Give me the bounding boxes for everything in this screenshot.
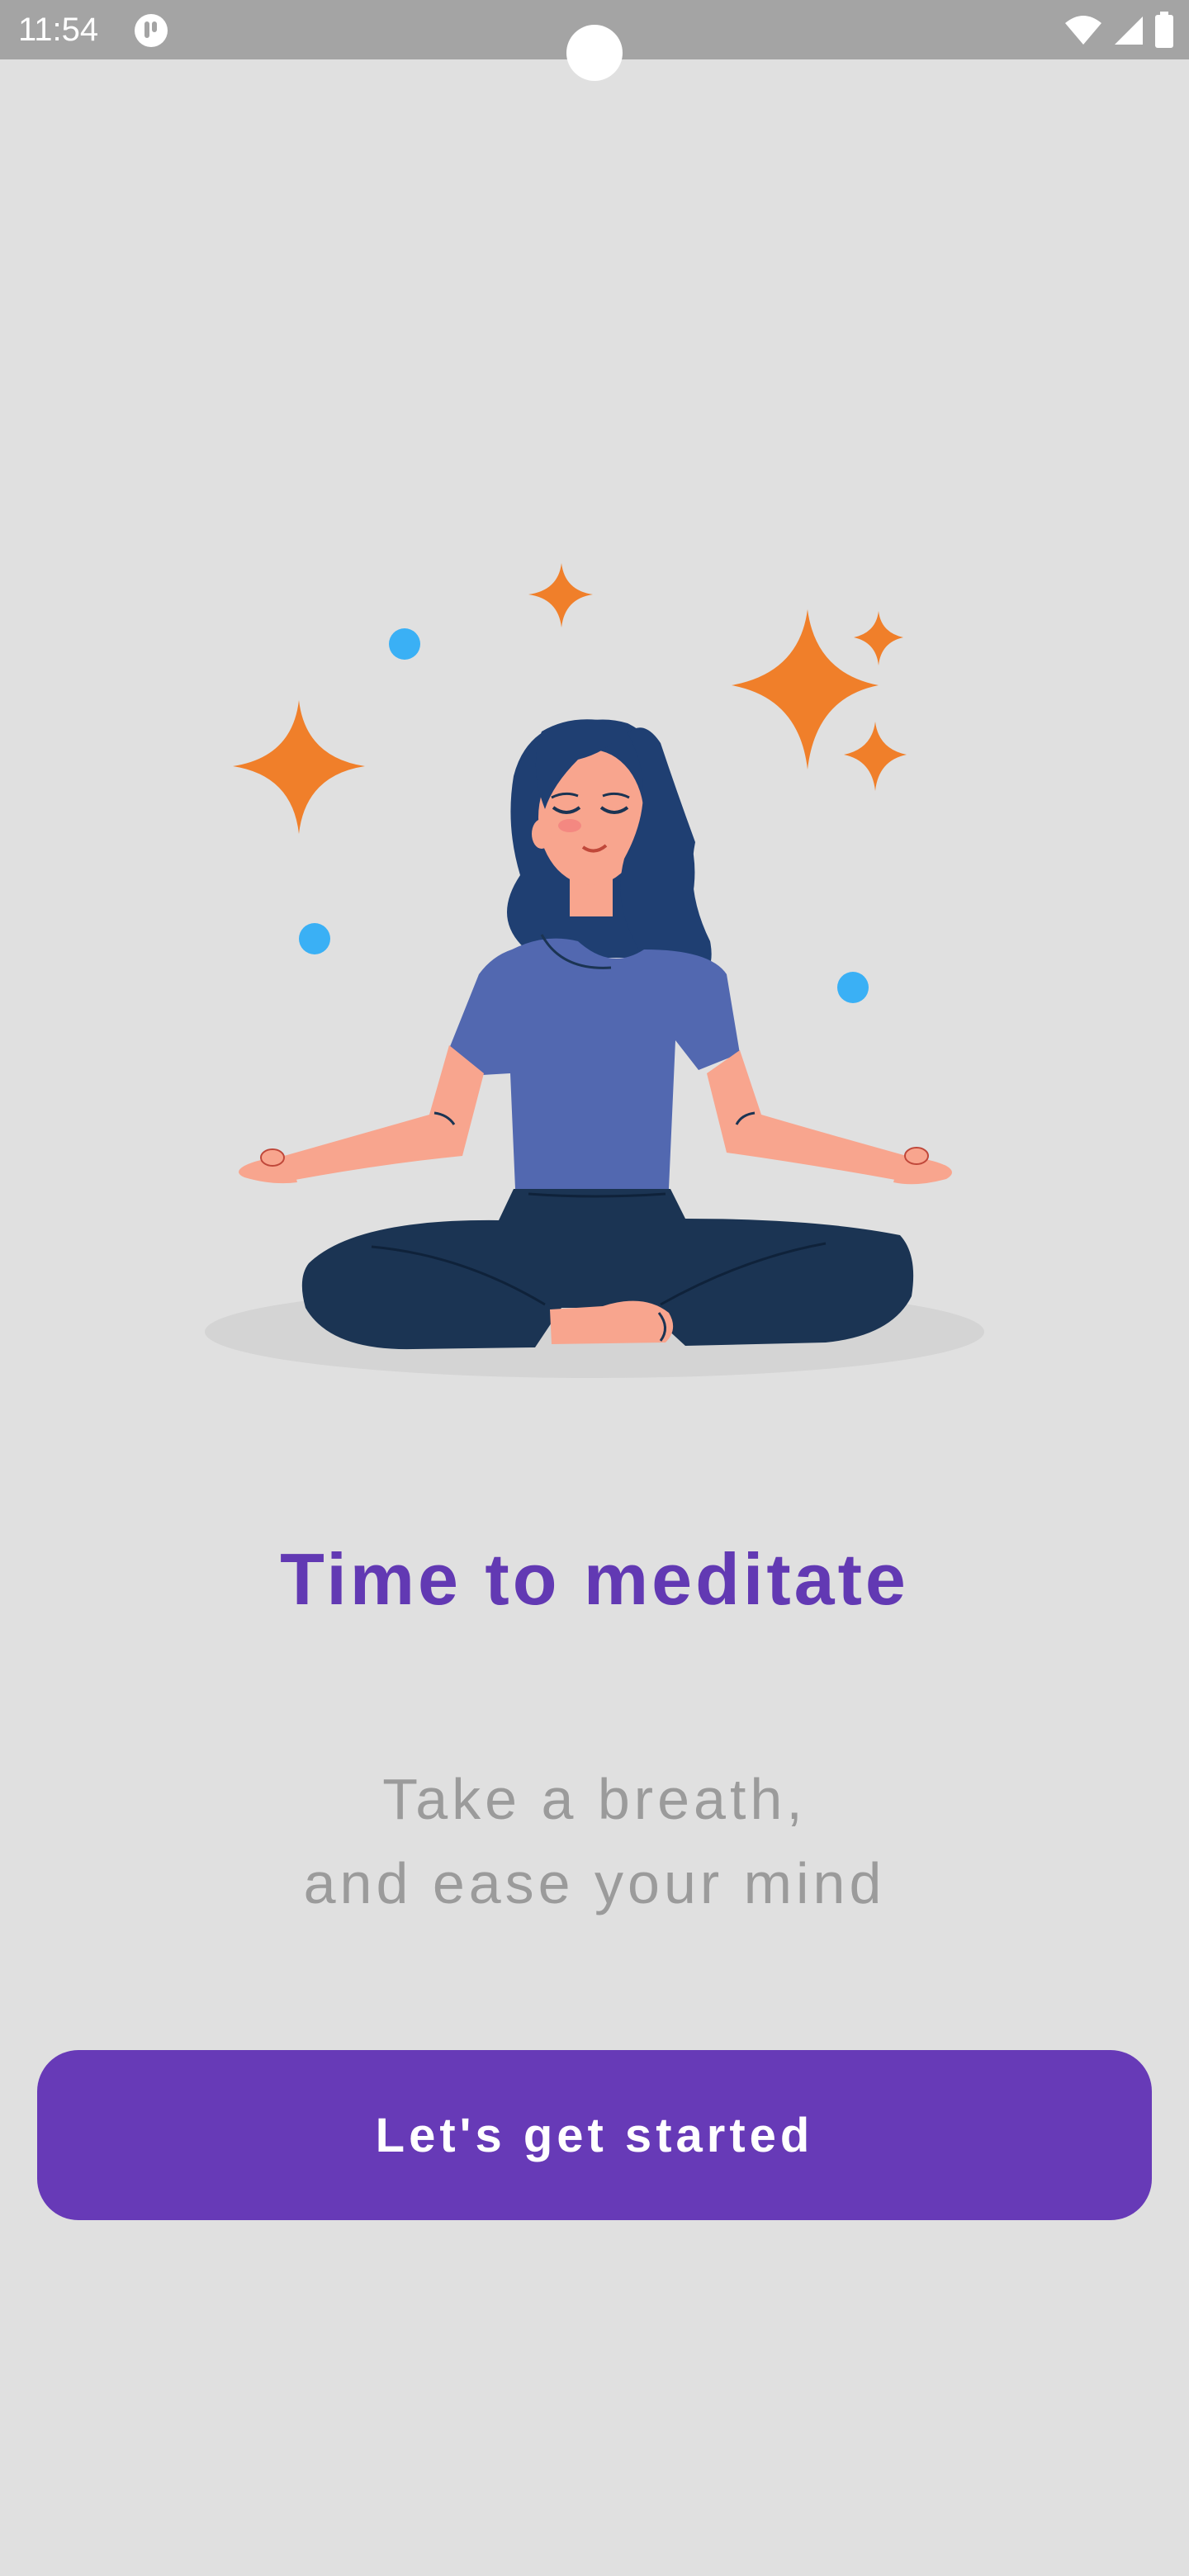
subtitle-line-1: Take a breath, <box>382 1767 807 1831</box>
shirt <box>449 938 740 1189</box>
wifi-icon <box>1065 16 1101 45</box>
right-arm <box>707 1050 907 1181</box>
dot-icon <box>837 972 869 1003</box>
sparkle-icon <box>732 609 879 769</box>
meditating-woman-illustration <box>205 563 984 1378</box>
status-icons <box>1063 12 1174 48</box>
dot-icon <box>389 628 420 660</box>
get-started-button[interactable]: Let's get started <box>37 2050 1152 2220</box>
cheek <box>558 819 581 832</box>
subtitle-line-2: and ease your mind <box>303 1851 886 1915</box>
status-bar: 11:54 <box>0 0 1189 81</box>
sparkle-icon <box>844 722 907 791</box>
onboarding-screen: 11:54 Time to meditate Take a breath, an… <box>0 0 1189 2576</box>
app-notification-icon <box>135 14 168 47</box>
status-time: 11:54 <box>18 12 99 48</box>
dot-icon <box>299 923 330 954</box>
camera-cutout <box>566 25 623 81</box>
ear <box>532 819 552 849</box>
cell-signal-icon <box>1115 17 1143 45</box>
sparkle-icon <box>233 700 365 834</box>
left-arm <box>284 1045 484 1181</box>
sparkle-icon <box>854 611 903 665</box>
sparkle-icon <box>528 563 593 627</box>
battery-icon <box>1155 12 1173 48</box>
page-subtitle: Take a breath, and ease your mind <box>0 1757 1189 1925</box>
page-title: Time to meditate <box>280 1538 909 1620</box>
